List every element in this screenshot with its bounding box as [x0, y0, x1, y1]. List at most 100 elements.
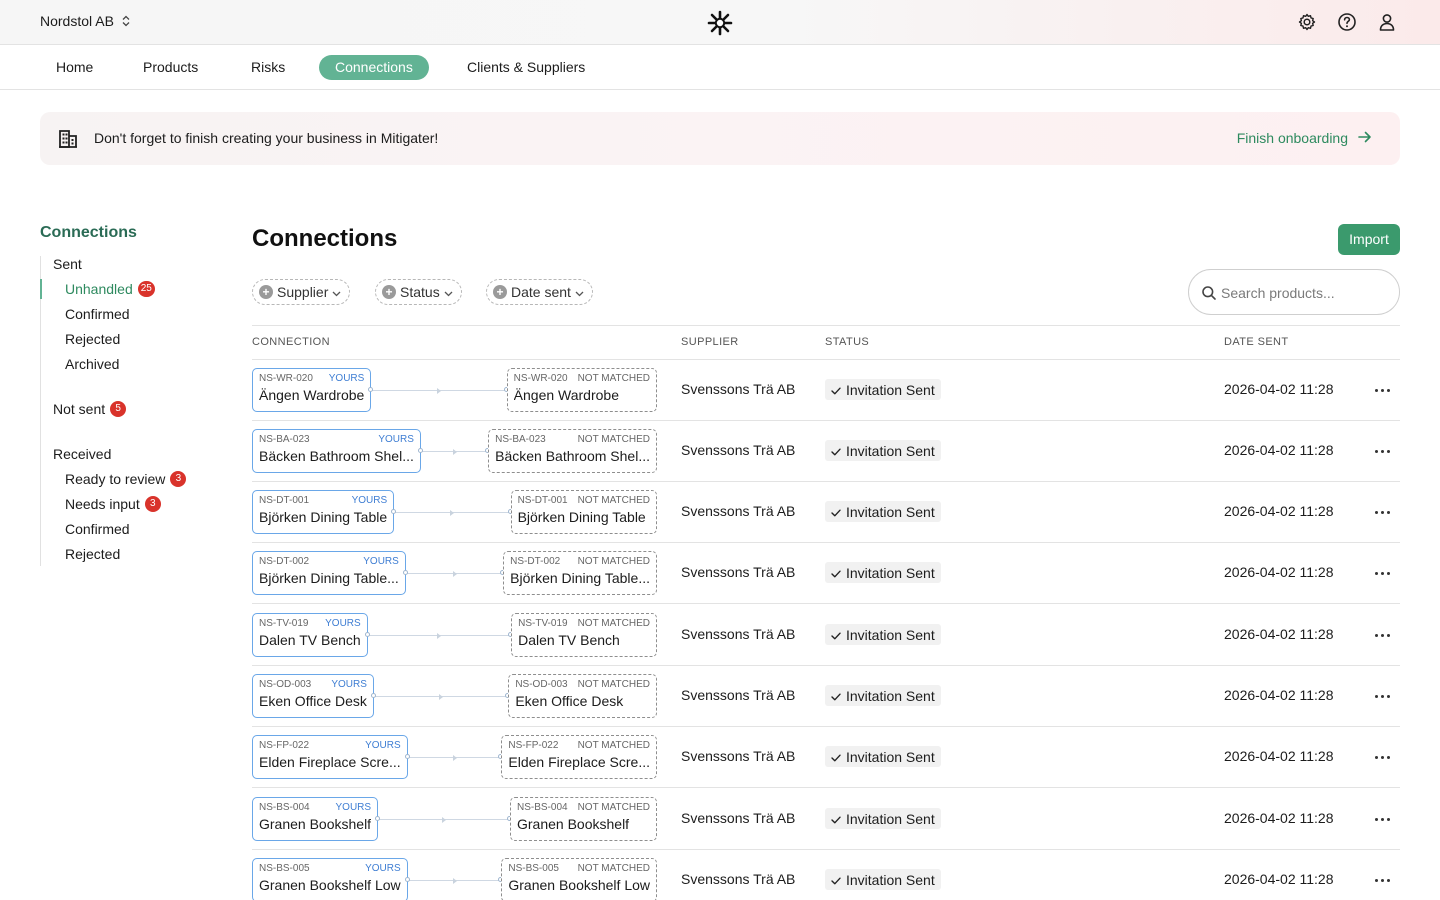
table-row[interactable]: NS-BS-004 YOURS Granen Bookshelf NS-BS-00… — [252, 789, 1400, 850]
sidebar-item-ready-to-review[interactable]: Ready to review 3 — [65, 471, 187, 487]
column-header-status[interactable]: STATUS — [825, 336, 869, 348]
date-sent: 2026-04-02 11:28 — [1224, 687, 1334, 703]
sidebar-item-archived[interactable]: Archived — [65, 356, 119, 372]
supplier-product-card[interactable]: NS-WR-020 NOT MATCHED Ängen Wardrobe — [506, 368, 657, 412]
plus-circle-icon: + — [382, 285, 396, 299]
more-icon[interactable] — [1370, 441, 1394, 461]
page-title: Connections — [252, 225, 398, 252]
banner-text: Don't forget to finish creating your bus… — [94, 130, 439, 146]
more-icon[interactable] — [1370, 870, 1394, 890]
supplier-name[interactable]: Svenssons Trä AB — [681, 748, 795, 764]
product-code: NS-DT-002 — [259, 556, 310, 567]
sidebar-item-needs-input[interactable]: Needs input 3 — [65, 496, 161, 512]
table-row[interactable]: NS-TV-019 YOURS Dalen TV Bench NS-TV-019 N… — [252, 605, 1400, 666]
product-code: NS-TV-019 — [259, 618, 309, 629]
sidebar-item-unhandled[interactable]: Unhandled 25 — [65, 281, 155, 297]
product-code: NS-BS-005 — [259, 863, 310, 874]
table-row[interactable]: NS-OD-003 YOURS Eken Office Desk NS-OD-00… — [252, 666, 1400, 727]
your-product-card[interactable]: NS-WR-020 YOURS Ängen Wardrobe — [252, 368, 372, 412]
date-sent: 2026-04-02 11:28 — [1224, 564, 1334, 580]
more-icon[interactable] — [1370, 502, 1394, 522]
import-button[interactable]: Import — [1338, 224, 1400, 255]
your-product-card[interactable]: NS-OD-003 YOURS Eken Office Desk — [252, 674, 374, 718]
your-product-card[interactable]: NS-BS-004 YOURS Granen Bookshelf — [252, 797, 379, 841]
your-product-card[interactable]: NS-FP-022 YOURS Elden Fireplace Scre... — [252, 735, 408, 779]
supplier-product-card[interactable]: NS-DT-001 NOT MATCHED Björken Dining Tabl… — [510, 490, 657, 534]
sidebar-item-received-rejected[interactable]: Rejected — [65, 546, 120, 562]
date-sent: 2026-04-02 11:28 — [1224, 748, 1334, 764]
your-product-card[interactable]: NS-DT-002 YOURS Björken Dining Table... — [252, 551, 406, 595]
product-code: NS-DT-002 — [510, 556, 561, 567]
product-code: NS-BS-004 — [259, 802, 310, 813]
product-code: NS-WR-020 — [259, 373, 313, 384]
status-label: Invitation Sent — [846, 442, 935, 459]
supplier-product-card[interactable]: NS-BS-005 NOT MATCHED Granen Bookshelf Lo… — [501, 858, 657, 900]
supplier-name[interactable]: Svenssons Trä AB — [681, 381, 795, 397]
sidebar-item-sent-rejected[interactable]: Rejected — [65, 331, 120, 347]
supplier-name[interactable]: Svenssons Trä AB — [681, 626, 795, 642]
table-row[interactable]: NS-DT-001 YOURS Björken Dining Table NS-D… — [252, 482, 1400, 543]
status-badge: Invitation Sent — [825, 562, 941, 583]
check-icon — [831, 872, 841, 888]
table-row[interactable]: NS-BS-005 YOURS Granen Bookshelf Low NS-B… — [252, 850, 1400, 900]
nav-clients-suppliers[interactable]: Clients & Suppliers — [467, 55, 585, 80]
more-icon[interactable] — [1370, 380, 1394, 400]
product-code: NS-BA-023 — [259, 434, 310, 445]
date-sent: 2026-04-02 11:28 — [1224, 503, 1334, 519]
supplier-product-card[interactable]: NS-DT-002 NOT MATCHED Björken Dining Tabl… — [503, 551, 657, 595]
gear-icon[interactable] — [1296, 11, 1318, 33]
supplier-name[interactable]: Svenssons Trä AB — [681, 442, 795, 458]
more-icon[interactable] — [1370, 809, 1394, 829]
supplier-product-card[interactable]: NS-BS-004 NOT MATCHED Granen Bookshelf — [510, 797, 657, 841]
filter-status[interactable]: + Status — [375, 279, 462, 305]
column-header-supplier[interactable]: SUPPLIER — [681, 336, 739, 348]
not-matched-tag: NOT MATCHED — [577, 679, 650, 690]
sidebar-item-received-confirmed[interactable]: Confirmed — [65, 521, 130, 537]
user-icon[interactable] — [1376, 11, 1398, 33]
finish-onboarding-link[interactable]: Finish onboarding — [1237, 130, 1372, 146]
supplier-product-card[interactable]: NS-BA-023 NOT MATCHED Bäcken Bathroom She… — [488, 429, 657, 473]
nav-connections[interactable]: Connections — [319, 55, 429, 80]
supplier-product-card[interactable]: NS-TV-019 NOT MATCHED Dalen TV Bench — [511, 613, 657, 657]
column-header-connection[interactable]: CONNECTION — [252, 336, 330, 348]
nav-risks[interactable]: Risks — [251, 55, 285, 80]
your-product-card[interactable]: NS-DT-001 YOURS Björken Dining Table — [252, 490, 395, 534]
your-product-card[interactable]: NS-BA-023 YOURS Bäcken Bathroom Shel... — [252, 429, 421, 473]
sidebar-item-sent-confirmed[interactable]: Confirmed — [65, 306, 130, 322]
table-row[interactable]: NS-FP-022 YOURS Elden Fireplace Scre... N… — [252, 727, 1400, 788]
supplier-name[interactable]: Svenssons Trä AB — [681, 810, 795, 826]
supplier-name[interactable]: Svenssons Trä AB — [681, 871, 795, 887]
supplier-name[interactable]: Svenssons Trä AB — [681, 503, 795, 519]
supplier-name[interactable]: Svenssons Trä AB — [681, 564, 795, 580]
filter-label: Supplier — [277, 284, 329, 300]
supplier-product-card[interactable]: NS-OD-003 NOT MATCHED Eken Office Desk — [508, 674, 657, 718]
search-input[interactable] — [1221, 280, 1391, 306]
your-product-card[interactable]: NS-TV-019 YOURS Dalen TV Bench — [252, 613, 368, 657]
check-icon — [831, 382, 841, 398]
filter-supplier[interactable]: + Supplier — [252, 279, 351, 305]
org-switcher[interactable]: Nordstol AB — [40, 13, 130, 29]
table-row[interactable]: NS-BA-023 YOURS Bäcken Bathroom Shel... N… — [252, 421, 1400, 482]
column-header-date-sent[interactable]: DATE SENT — [1224, 336, 1289, 348]
connection-arrow-icon — [442, 817, 447, 823]
table-row[interactable]: NS-WR-020 YOURS Ängen Wardrobe NS-WR-020 N… — [252, 360, 1400, 421]
more-icon[interactable] — [1370, 625, 1394, 645]
filter-date-sent[interactable]: + Date sent — [486, 279, 593, 305]
your-product-card[interactable]: NS-BS-005 YOURS Granen Bookshelf Low — [252, 858, 408, 900]
supplier-product-card[interactable]: NS-FP-022 NOT MATCHED Elden Fireplace Scr… — [501, 735, 657, 779]
supplier-name[interactable]: Svenssons Trä AB — [681, 687, 795, 703]
help-icon[interactable] — [1336, 11, 1358, 33]
more-icon[interactable] — [1370, 563, 1394, 583]
product-name: Granen Bookshelf Low — [508, 877, 650, 893]
more-icon[interactable] — [1370, 686, 1394, 706]
more-icon[interactable] — [1370, 747, 1394, 767]
check-icon — [831, 443, 841, 459]
yours-tag: YOURS — [335, 802, 372, 813]
sidebar-item-not-sent[interactable]: Not sent 5 — [53, 401, 127, 417]
logo-icon[interactable] — [706, 9, 734, 37]
connection-arrow-icon — [452, 878, 457, 884]
nav-home[interactable]: Home — [56, 55, 93, 80]
table-row[interactable]: NS-DT-002 YOURS Björken Dining Table... N… — [252, 543, 1400, 604]
nav-products[interactable]: Products — [143, 55, 198, 80]
status-badge: Invitation Sent — [825, 624, 941, 645]
